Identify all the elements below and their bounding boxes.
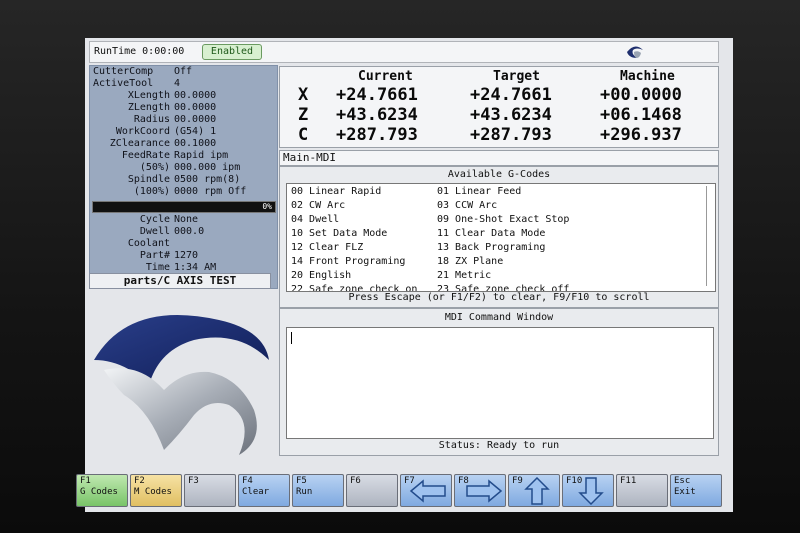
company-logo-icon [94,315,269,455]
c-machine: +296.937 [600,125,682,145]
position-readout: Current Target Machine X +24.7661 +24.76… [279,66,719,148]
arrow-up-icon [524,477,550,505]
f10-down-button[interactable]: F10 [562,474,614,507]
gcode-item[interactable]: 22 Safe zone check on [291,283,417,291]
status-row-feed-override: (50%) 000.000 ipm [139,162,241,173]
status-row-workcoord: WorkCoord (G54) 1 [115,126,217,137]
arrow-left-icon [409,479,446,503]
mode-label: Main-MDI [283,151,336,164]
status-row-cuttercomp: CutterComp Off [93,66,193,77]
fkey-id: F1 [80,476,91,486]
gcode-item[interactable]: 04 Dwell [291,213,339,227]
status-message: Status: Ready to run [438,440,560,451]
arrow-right-icon [466,479,503,503]
status-row-xlength: XLength 00.0000 [127,90,217,101]
brand-logo-icon [627,46,643,58]
gcode-item[interactable]: 18 ZX Plane [437,255,503,269]
enabled-badge: Enabled [202,44,262,60]
mdi-command-input[interactable] [286,327,714,439]
gcode-item[interactable]: 13 Back Programing [437,241,545,255]
fkey-label: Run [296,487,313,497]
command-window-title: MDI Command Window [444,312,554,323]
machine-status-panel: CutterComp Off ActiveTool 4 XLength 00.0000… [89,65,278,289]
z-target: +43.6234 [470,105,552,125]
gcode-item[interactable]: 01 Linear Feed [437,185,521,199]
f8-right-button[interactable]: F8 [454,474,506,507]
gcode-item[interactable]: 23 Safe zone check off [437,283,569,291]
gcodes-list[interactable]: 00 Linear Rapid 02 CW Arc 04 Dwell 10 Se… [286,183,716,292]
fkey-label: Clear [242,487,270,497]
part-file-name[interactable]: parts/C AXIS TEST [89,273,271,289]
fkey-id: F3 [188,476,199,486]
fkey-label: Exit [674,487,696,497]
f7-left-button[interactable]: F7 [400,474,452,507]
mode-title-bar: Main-MDI [279,150,719,166]
progress-percent: 0% [262,202,272,211]
program-progress-bar: 0% [92,201,276,213]
status-row-cycle: Cycle None [139,214,199,225]
c-current: +287.793 [336,125,418,145]
z-current: +43.6234 [336,105,418,125]
top-status-bar: RunTime 0:00:00 Enabled [89,41,719,63]
gcode-item[interactable]: 21 Metric [437,269,491,283]
f11-button[interactable]: F11 [616,474,668,507]
x-target: +24.7661 [470,85,552,105]
gcodes-title: Available G-Codes [447,169,551,180]
f3-button[interactable]: F3 [184,474,236,507]
x-current: +24.7661 [336,85,418,105]
header-target: Target [493,69,540,84]
status-row-spindle-override: (100%) 0000 rpm Off [133,186,247,197]
z-machine: +06.1468 [600,105,682,125]
arrow-down-icon [578,477,604,505]
status-row-radius: Radius 00.0000 [133,114,217,125]
gcode-item[interactable]: 02 CW Arc [291,199,345,213]
f1-gcodes-button[interactable]: F1 G Codes [76,474,128,507]
status-row-feedrate: FeedRate Rapid ipm [121,150,229,161]
c-target: +287.793 [470,125,552,145]
header-machine: Machine [620,69,675,84]
gcodes-scrollbar[interactable] [706,186,713,286]
status-row-dwell: Dwell 000.0 [139,226,205,237]
runtime-label: RunTime 0:00:00 [94,46,185,57]
status-row-spindle: Spindle 0500 rpm(8) [127,174,241,185]
f5-run-button[interactable]: F5 Run [292,474,344,507]
fkey-id: F2 [134,476,145,486]
gcode-item[interactable]: 03 CCW Arc [437,199,497,213]
status-row-coolant: Coolant [127,238,170,249]
gcode-item[interactable]: 20 English [291,269,351,283]
fkey-id: F6 [350,476,361,486]
f9-up-button[interactable]: F9 [508,474,560,507]
f2-mcodes-button[interactable]: F2 M Codes [130,474,182,507]
fkey-id: F4 [242,476,253,486]
gcode-item[interactable]: 09 One-Shot Exact Stop [437,213,569,227]
esc-exit-button[interactable]: Esc Exit [670,474,722,507]
mdi-command-panel: MDI Command Window Status: Ready to run [279,308,719,456]
gcode-item[interactable]: 14 Front Programing [291,255,405,269]
axis-c-label: C [298,125,309,145]
header-current: Current [358,69,413,84]
function-key-bar: F1 G Codes F2 M Codes F3 F4 Clear F5 Run… [76,474,736,510]
f4-clear-button[interactable]: F4 Clear [238,474,290,507]
fkey-label: M Codes [134,487,172,497]
status-row-zlength: ZLength 00.0000 [127,102,217,113]
gcode-item[interactable]: 12 Clear FLZ [291,241,363,255]
gcodes-hint: Press Escape (or F1/F2) to clear, F9/F10… [348,292,650,303]
status-row-zclearance: ZClearance 00.1000 [109,138,217,149]
fkey-id: Esc [674,476,691,486]
axis-z-label: Z [298,105,309,125]
gcodes-panel: Available G-Codes 00 Linear Rapid 02 CW … [279,166,719,308]
gcode-item[interactable]: 00 Linear Rapid [291,185,381,199]
fkey-id: F5 [296,476,307,486]
gcode-item[interactable]: 10 Set Data Mode [291,227,387,241]
status-row-partnum: Part# 1270 [139,250,199,261]
axis-x-label: X [298,85,309,105]
f6-button[interactable]: F6 [346,474,398,507]
fkey-id: F11 [620,476,637,486]
x-machine: +00.0000 [600,85,682,105]
fkey-label: G Codes [80,487,118,497]
gcode-item[interactable]: 11 Clear Data Mode [437,227,545,241]
text-cursor [291,332,292,344]
cnc-control-screen: RunTime 0:00:00 Enabled CutterComp Off Ac… [76,38,733,512]
status-row-activetool: ActiveTool 4 [93,78,181,89]
